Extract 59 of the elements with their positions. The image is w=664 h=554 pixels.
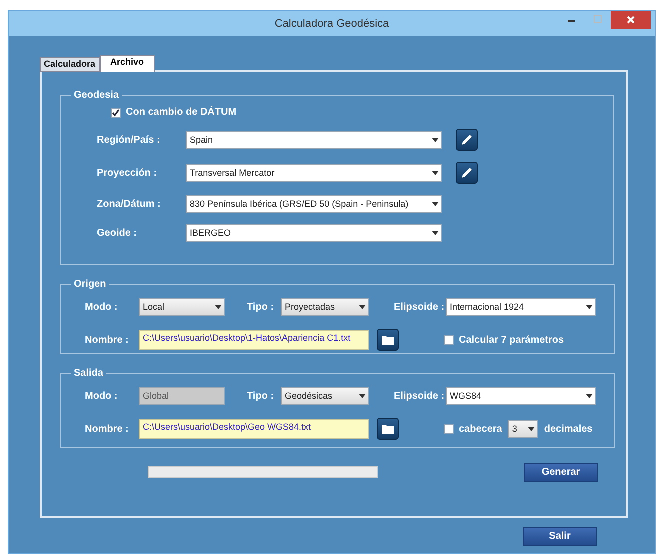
edit-button[interactable] (456, 162, 478, 184)
close-icon (627, 16, 635, 24)
dropdown[interactable]: IBERGEO (186, 224, 442, 242)
field-label: Región/País : (97, 134, 162, 146)
exit-button[interactable]: Salir (523, 527, 597, 546)
pencil-icon (460, 133, 474, 147)
field-label: Geoide : (97, 228, 138, 238)
window-title: Calculadora Geodésica (274, 18, 390, 30)
tab[interactable]: Archivo (100, 55, 156, 72)
dropdown[interactable]: Spain (186, 131, 442, 149)
caret-icon (586, 394, 593, 398)
dropdown[interactable]: Transversal Mercator (186, 164, 442, 182)
file-path-field[interactable]: C:\Users\usuario\Desktop\Geo WGS84.txt (139, 419, 369, 439)
tab[interactable]: Calculadora (40, 57, 100, 72)
field-label: Proyección : (97, 168, 158, 178)
edit-button[interactable] (456, 129, 478, 151)
dropdown[interactable]: 830 Península Ibérica (GRS/ED 50 (Spain - Peninsula) (186, 195, 442, 213)
caret-icon (359, 304, 366, 310)
group-title: Salida (73, 368, 104, 379)
field-label: Nombre : (85, 424, 130, 434)
field-label: Nombre : (85, 334, 130, 346)
close-button[interactable] (611, 11, 651, 29)
field-label: Elipsoide : (394, 390, 446, 402)
group-title: Origen (73, 279, 108, 290)
caret-icon (215, 304, 222, 310)
field-label: Modo : (85, 390, 119, 402)
caret-icon (432, 138, 439, 142)
checkbox[interactable] (444, 424, 454, 434)
checkbox-label: Calcular 7 parámetros (459, 334, 564, 346)
group-title: Geodesia (73, 90, 120, 101)
dropdown[interactable]: Internacional 1924 (446, 298, 596, 316)
field-label: Tipo : (247, 302, 276, 312)
dropdown[interactable]: Geodésicas (281, 387, 369, 405)
pencil-icon (460, 166, 474, 180)
field-label: Tipo : (247, 390, 276, 402)
caret-icon (432, 230, 439, 236)
folder-icon (380, 334, 396, 346)
caret-icon (359, 394, 366, 398)
field-label: Elipsoide : (394, 302, 446, 312)
caret-icon (432, 170, 439, 176)
caret-icon (432, 202, 439, 206)
checkbox[interactable] (111, 108, 121, 118)
field-label: decimales (544, 424, 593, 434)
dropdown[interactable]: Local (139, 298, 225, 316)
checkbox[interactable] (444, 335, 454, 345)
field-label: Modo : (85, 302, 119, 312)
dropdown[interactable]: Proyectadas (281, 298, 369, 316)
browse-button[interactable] (377, 329, 399, 351)
browse-button[interactable] (377, 418, 399, 440)
dropdown[interactable]: WGS84 (446, 387, 596, 405)
field-label: Zona/Dátum : (97, 198, 162, 210)
generate-button[interactable]: Generar (524, 463, 598, 482)
checkbox-label: Con cambio de DÁTUM (126, 107, 237, 118)
caret-icon (586, 304, 593, 310)
caret-icon (528, 426, 536, 432)
checkbox-label: cabecera (459, 424, 502, 434)
file-path-field[interactable]: C:\Users\usuario\Desktop\1-Hatos\Apariencia C1.txt (139, 330, 369, 350)
dropdown[interactable]: 3 (508, 420, 538, 438)
folder-icon (380, 423, 396, 435)
